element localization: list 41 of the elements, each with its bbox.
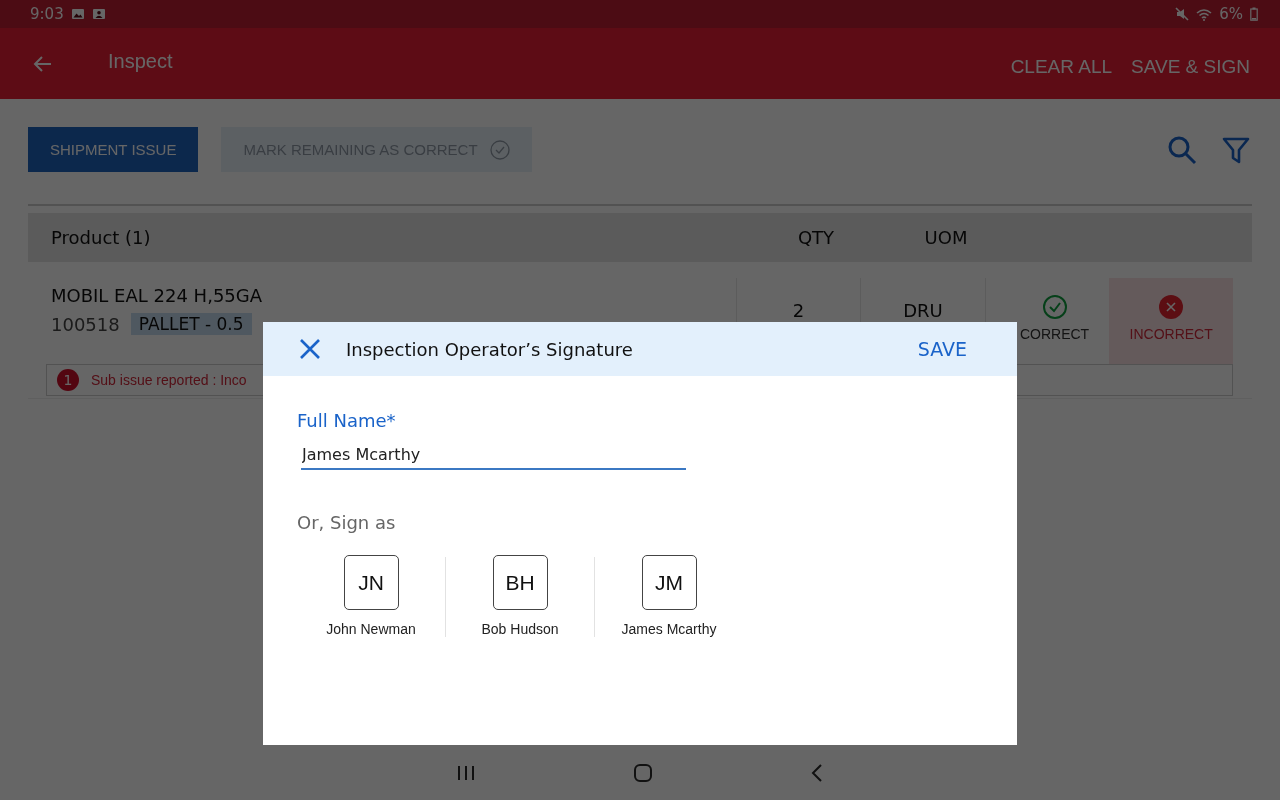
close-icon[interactable] <box>299 338 321 360</box>
incorrect-toggle[interactable]: INCORRECT <box>1109 278 1233 364</box>
battery-icon <box>1250 7 1258 21</box>
issue-count-badge: 1 <box>57 369 79 391</box>
column-header: UOM <box>923 227 969 248</box>
save-button[interactable]: SAVE <box>917 338 967 360</box>
recent-apps-icon[interactable] <box>457 764 475 781</box>
signer-name: John Newman <box>326 621 416 637</box>
person-photo-icon <box>91 8 106 20</box>
initials-tile[interactable]: JM <box>641 555 697 610</box>
mute-icon <box>1175 7 1190 21</box>
product-code: 100518 <box>51 313 120 335</box>
check-circle-icon <box>1041 294 1068 320</box>
initials-tile[interactable]: BH <box>492 555 548 610</box>
filter-icon[interactable] <box>1222 135 1250 164</box>
package-tag: PALLET - 0.5 <box>130 313 252 335</box>
correct-toggle[interactable]: CORRECT <box>985 278 1110 364</box>
initials-tile[interactable]: JN <box>343 555 399 610</box>
column-header: QTY <box>796 227 836 248</box>
screen-title: Inspect <box>108 50 173 73</box>
image-icon <box>70 8 85 20</box>
app-bar-action[interactable]: SAVE & SIGN <box>1131 55 1250 78</box>
app-bar-action[interactable]: CLEAR ALL <box>1010 55 1113 78</box>
back-arrow-icon[interactable] <box>32 54 52 73</box>
issue-text: Sub issue reported : Inco <box>91 372 247 388</box>
signer-name: James Mcarthy <box>621 621 717 637</box>
shipment-issue-button[interactable]: SHIPMENT ISSUE <box>28 127 199 172</box>
dialog-title: Inspection Operator’s Signature <box>346 338 633 360</box>
sign-as-label: Or, Sign as <box>297 512 396 533</box>
product-name: MOBIL EAL 224 H,55GA <box>51 285 264 306</box>
home-icon[interactable] <box>633 762 653 783</box>
field-label: Full Name* <box>297 410 396 431</box>
clock-time: 9:03 <box>30 5 64 23</box>
check-circle-icon <box>489 139 510 160</box>
column-header: Product (1) <box>50 227 152 248</box>
cross-circle-icon <box>1158 294 1185 320</box>
search-icon[interactable] <box>1167 134 1197 165</box>
back-icon[interactable] <box>811 762 823 783</box>
wifi-icon <box>1196 7 1213 21</box>
battery-percent: 6% <box>1219 5 1243 23</box>
signer-name: Bob Hudson <box>481 621 559 637</box>
